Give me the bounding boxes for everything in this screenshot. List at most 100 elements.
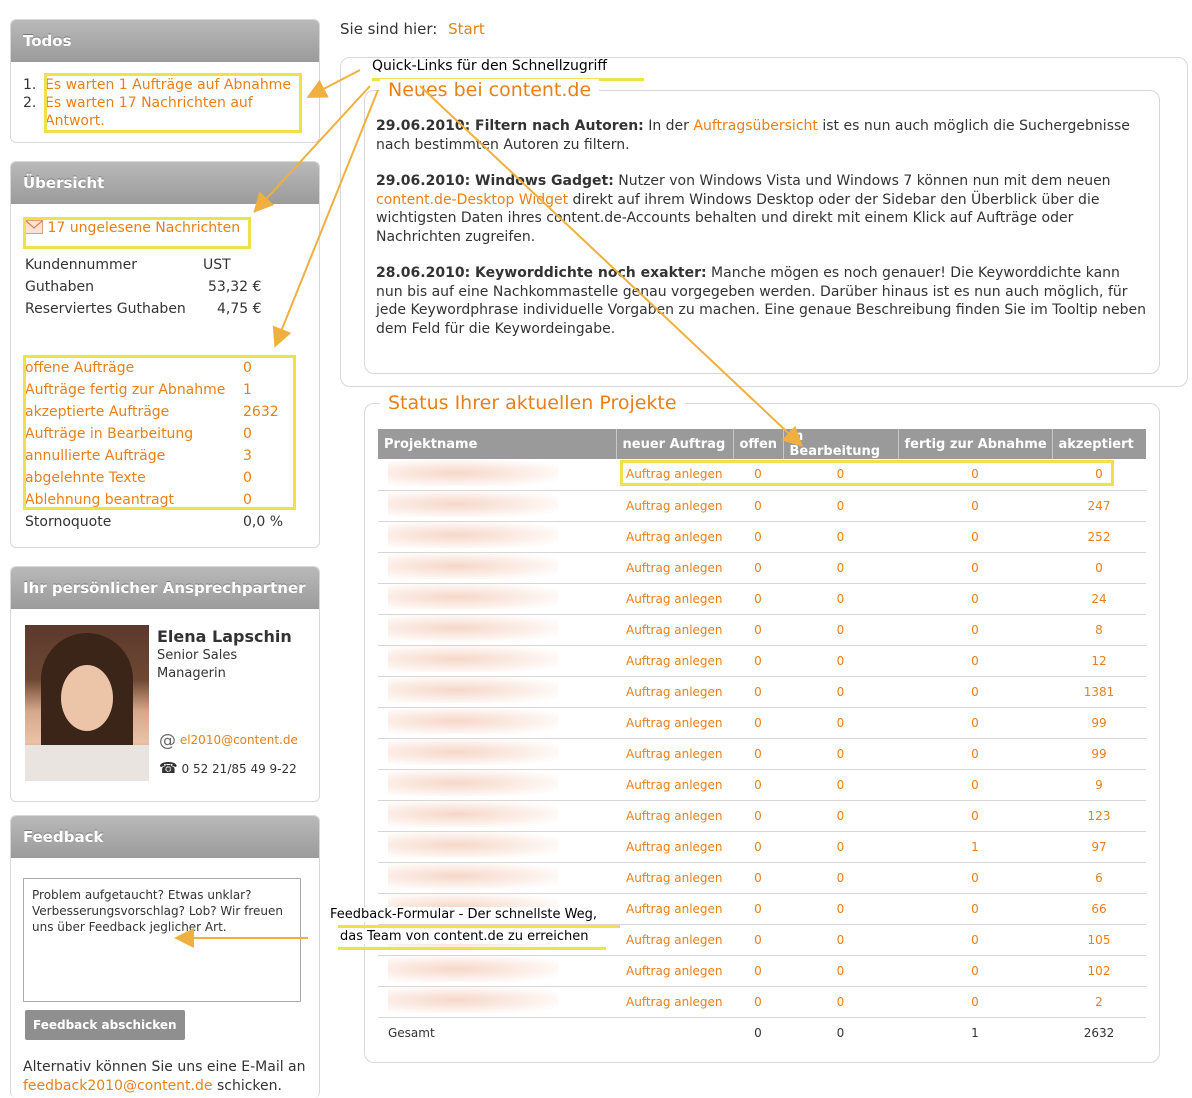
count-ready[interactable]: 0 [898,738,1052,770]
new-order-link[interactable]: Auftrag anlegen [626,995,723,1009]
count-accepted[interactable]: 102 [1052,955,1146,987]
news-link[interactable]: content.de-Desktop Widget [376,192,568,208]
new-order-link[interactable]: Auftrag anlegen [626,592,723,606]
count-in-progress[interactable]: 0 [783,800,898,832]
project-name-cell[interactable] [378,769,616,801]
count-ready[interactable]: 0 [898,490,1052,522]
count-in-progress[interactable]: 0 [783,893,898,925]
new-order-link[interactable]: Auftrag anlegen [626,654,723,668]
count-ready[interactable]: 1 [898,831,1052,863]
count-ready[interactable]: 0 [898,676,1052,708]
count-in-progress[interactable]: 0 [783,583,898,615]
col-akzeptiert[interactable]: akzeptiert [1052,429,1146,459]
col-projektname[interactable]: Projektname [378,429,617,459]
col-in-bearbeitung[interactable]: in Bearbeitung [783,429,899,459]
count-open[interactable]: 0 [733,986,783,1018]
new-order-link[interactable]: Auftrag anlegen [626,902,723,916]
project-name-cell[interactable] [378,521,616,553]
feedback-email-link[interactable]: feedback2010@content.de [23,1078,213,1094]
col-offen[interactable]: offen [733,429,784,459]
news-link[interactable]: Auftragsübersicht [693,118,818,134]
contact-email-row[interactable]: @ el2010@content.de [159,731,298,751]
count-accepted[interactable]: 247 [1052,490,1146,522]
count-accepted[interactable]: 97 [1052,831,1146,863]
new-order-link[interactable]: Auftrag anlegen [626,499,723,513]
count-in-progress[interactable]: 0 [783,676,898,708]
count-in-progress[interactable]: 0 [783,862,898,894]
count-in-progress[interactable]: 0 [783,521,898,553]
count-accepted[interactable]: 99 [1052,738,1146,770]
col-fertig[interactable]: fertig zur Abnahme [898,429,1053,459]
count-open[interactable]: 0 [733,521,783,553]
count-accepted[interactable]: 6 [1052,862,1146,894]
count-ready[interactable]: 0 [898,769,1052,801]
count-in-progress[interactable]: 0 [783,614,898,646]
count-in-progress[interactable]: 0 [783,924,898,956]
project-name-cell[interactable] [378,490,616,522]
project-name-cell[interactable] [378,552,616,584]
count-in-progress[interactable]: 0 [783,738,898,770]
count-accepted[interactable]: 12 [1052,645,1146,677]
count-open[interactable]: 0 [733,645,783,677]
project-name-cell[interactable] [378,614,616,646]
count-accepted[interactable]: 9 [1052,769,1146,801]
count-open[interactable]: 0 [733,614,783,646]
count-open[interactable]: 0 [733,552,783,584]
count-open[interactable]: 0 [733,893,783,925]
feedback-submit-button[interactable]: Feedback abschicken [25,1010,185,1040]
count-ready[interactable]: 0 [898,521,1052,553]
project-name-cell[interactable] [378,676,616,708]
count-accepted[interactable]: 2 [1052,986,1146,1018]
project-name-cell[interactable] [378,986,616,1018]
count-ready[interactable]: 0 [898,862,1052,894]
new-order-link[interactable]: Auftrag anlegen [626,623,723,637]
breadcrumb-start-link[interactable]: Start [448,20,485,38]
count-open[interactable]: 0 [733,583,783,615]
count-accepted[interactable]: 8 [1052,614,1146,646]
count-open[interactable]: 0 [733,769,783,801]
count-accepted[interactable]: 0 [1052,552,1146,584]
count-accepted[interactable]: 24 [1052,583,1146,615]
contact-email[interactable]: el2010@content.de [180,733,298,747]
count-ready[interactable]: 0 [898,924,1052,956]
count-accepted[interactable]: 252 [1052,521,1146,553]
new-order-link[interactable]: Auftrag anlegen [626,809,723,823]
count-ready[interactable]: 0 [898,707,1052,739]
count-accepted[interactable]: 105 [1052,924,1146,956]
count-open[interactable]: 0 [733,955,783,987]
project-name-cell[interactable] [378,645,616,677]
count-open[interactable]: 0 [733,490,783,522]
count-ready[interactable]: 0 [898,583,1052,615]
new-order-link[interactable]: Auftrag anlegen [626,933,723,947]
count-accepted[interactable]: 123 [1052,800,1146,832]
count-open[interactable]: 0 [733,924,783,956]
col-neuer-auftrag[interactable]: neuer Auftrag [616,429,734,459]
count-ready[interactable]: 0 [898,800,1052,832]
count-in-progress[interactable]: 0 [783,769,898,801]
project-name-cell[interactable] [378,707,616,739]
count-open[interactable]: 0 [733,800,783,832]
new-order-link[interactable]: Auftrag anlegen [626,685,723,699]
new-order-link[interactable]: Auftrag anlegen [626,747,723,761]
new-order-link[interactable]: Auftrag anlegen [626,871,723,885]
new-order-link[interactable]: Auftrag anlegen [626,964,723,978]
project-name-cell[interactable] [378,862,616,894]
new-order-link[interactable]: Auftrag anlegen [626,716,723,730]
project-name-cell[interactable] [378,800,616,832]
project-name-cell[interactable] [378,831,616,863]
count-open[interactable]: 0 [733,862,783,894]
count-ready[interactable]: 0 [898,893,1052,925]
count-accepted[interactable]: 1381 [1052,676,1146,708]
count-in-progress[interactable]: 0 [783,552,898,584]
project-name-cell[interactable] [378,955,616,987]
count-in-progress[interactable]: 0 [783,490,898,522]
count-accepted[interactable]: 66 [1052,893,1146,925]
count-ready[interactable]: 0 [898,955,1052,987]
count-open[interactable]: 0 [733,676,783,708]
project-name-cell[interactable] [378,738,616,770]
count-in-progress[interactable]: 0 [783,986,898,1018]
count-in-progress[interactable]: 0 [783,707,898,739]
count-ready[interactable]: 0 [898,614,1052,646]
new-order-link[interactable]: Auftrag anlegen [626,840,723,854]
new-order-link[interactable]: Auftrag anlegen [626,530,723,544]
